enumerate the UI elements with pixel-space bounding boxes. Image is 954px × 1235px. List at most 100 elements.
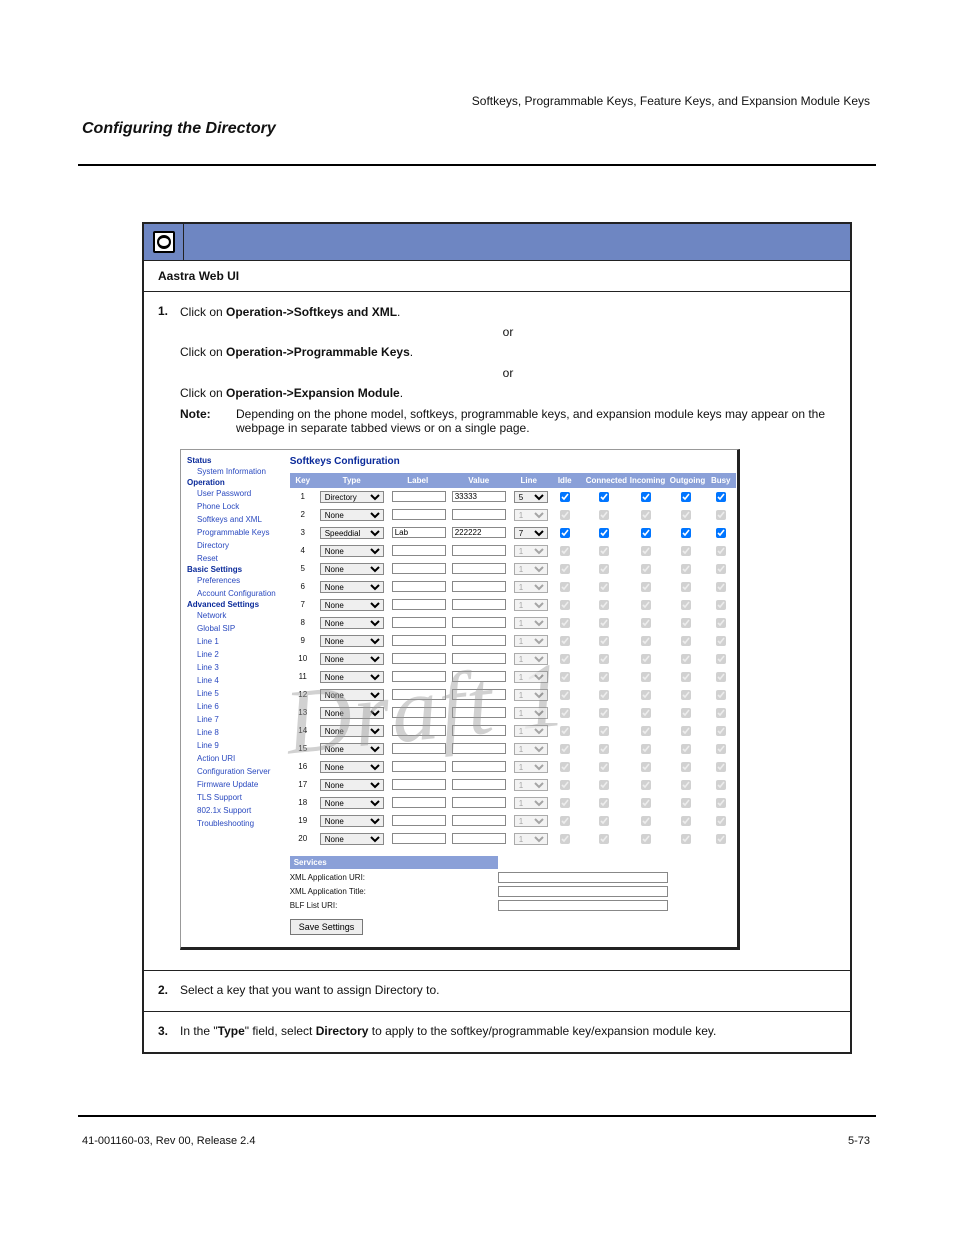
idle-checkbox[interactable] bbox=[560, 762, 570, 772]
sidebar-item[interactable]: TLS Support bbox=[187, 791, 276, 804]
type-select[interactable]: NoneDirectorySpeeddial bbox=[320, 815, 384, 827]
incoming-checkbox[interactable] bbox=[641, 618, 651, 628]
outgoing-checkbox[interactable] bbox=[681, 780, 691, 790]
connected-checkbox[interactable] bbox=[599, 780, 609, 790]
connected-checkbox[interactable] bbox=[599, 564, 609, 574]
incoming-checkbox[interactable] bbox=[641, 582, 651, 592]
line-select[interactable]: 123456789 bbox=[514, 491, 548, 503]
outgoing-checkbox[interactable] bbox=[681, 636, 691, 646]
line-select[interactable]: 123456789 bbox=[514, 707, 548, 719]
sidebar-item[interactable]: 802.1x Support bbox=[187, 804, 276, 817]
sidebar-item[interactable]: Line 3 bbox=[187, 661, 276, 674]
line-select[interactable]: 123456789 bbox=[514, 725, 548, 737]
type-select[interactable]: NoneDirectorySpeeddial bbox=[320, 725, 384, 737]
idle-checkbox[interactable] bbox=[560, 708, 570, 718]
outgoing-checkbox[interactable] bbox=[681, 744, 691, 754]
line-select[interactable]: 123456789 bbox=[514, 545, 548, 557]
value-input[interactable] bbox=[452, 617, 506, 628]
busy-checkbox[interactable] bbox=[716, 564, 726, 574]
busy-checkbox[interactable] bbox=[716, 780, 726, 790]
line-select[interactable]: 123456789 bbox=[514, 815, 548, 827]
sidebar-item[interactable]: Softkeys and XML bbox=[187, 513, 276, 526]
value-input[interactable] bbox=[452, 779, 506, 790]
connected-checkbox[interactable] bbox=[599, 762, 609, 772]
label-input[interactable] bbox=[392, 707, 446, 718]
idle-checkbox[interactable] bbox=[560, 510, 570, 520]
incoming-checkbox[interactable] bbox=[641, 510, 651, 520]
label-input[interactable] bbox=[392, 725, 446, 736]
busy-checkbox[interactable] bbox=[716, 708, 726, 718]
line-select[interactable]: 123456789 bbox=[514, 743, 548, 755]
value-input[interactable] bbox=[452, 761, 506, 772]
incoming-checkbox[interactable] bbox=[641, 798, 651, 808]
value-input[interactable] bbox=[452, 635, 506, 646]
outgoing-checkbox[interactable] bbox=[681, 492, 691, 502]
busy-checkbox[interactable] bbox=[716, 510, 726, 520]
busy-checkbox[interactable] bbox=[716, 798, 726, 808]
label-input[interactable] bbox=[392, 797, 446, 808]
sidebar-item[interactable]: Account Configuration bbox=[187, 587, 276, 600]
value-input[interactable] bbox=[452, 797, 506, 808]
sidebar-item[interactable]: Action URI bbox=[187, 752, 276, 765]
idle-checkbox[interactable] bbox=[560, 816, 570, 826]
type-select[interactable]: NoneDirectorySpeeddial bbox=[320, 599, 384, 611]
value-input[interactable] bbox=[452, 563, 506, 574]
type-select[interactable]: NoneDirectorySpeeddial bbox=[320, 527, 384, 539]
label-input[interactable] bbox=[392, 581, 446, 592]
connected-checkbox[interactable] bbox=[599, 654, 609, 664]
sidebar-item[interactable]: Firmware Update bbox=[187, 778, 276, 791]
connected-checkbox[interactable] bbox=[599, 726, 609, 736]
label-input[interactable] bbox=[392, 833, 446, 844]
line-select[interactable]: 123456789 bbox=[514, 563, 548, 575]
srv-xml-title-input[interactable] bbox=[498, 886, 668, 897]
idle-checkbox[interactable] bbox=[560, 690, 570, 700]
outgoing-checkbox[interactable] bbox=[681, 564, 691, 574]
value-input[interactable] bbox=[452, 833, 506, 844]
value-input[interactable] bbox=[452, 599, 506, 610]
value-input[interactable] bbox=[452, 527, 506, 538]
outgoing-checkbox[interactable] bbox=[681, 762, 691, 772]
idle-checkbox[interactable] bbox=[560, 726, 570, 736]
sidebar-item[interactable]: Line 7 bbox=[187, 713, 276, 726]
value-input[interactable] bbox=[452, 653, 506, 664]
incoming-checkbox[interactable] bbox=[641, 726, 651, 736]
line-select[interactable]: 123456789 bbox=[514, 671, 548, 683]
label-input[interactable] bbox=[392, 563, 446, 574]
label-input[interactable] bbox=[392, 761, 446, 772]
outgoing-checkbox[interactable] bbox=[681, 816, 691, 826]
label-input[interactable] bbox=[392, 779, 446, 790]
connected-checkbox[interactable] bbox=[599, 798, 609, 808]
idle-checkbox[interactable] bbox=[560, 618, 570, 628]
idle-checkbox[interactable] bbox=[560, 636, 570, 646]
outgoing-checkbox[interactable] bbox=[681, 510, 691, 520]
outgoing-checkbox[interactable] bbox=[681, 654, 691, 664]
type-select[interactable]: NoneDirectorySpeeddial bbox=[320, 797, 384, 809]
label-input[interactable] bbox=[392, 599, 446, 610]
connected-checkbox[interactable] bbox=[599, 672, 609, 682]
sidebar-item[interactable]: Line 4 bbox=[187, 674, 276, 687]
busy-checkbox[interactable] bbox=[716, 600, 726, 610]
label-input[interactable] bbox=[392, 653, 446, 664]
sidebar-item[interactable]: Preferences bbox=[187, 574, 276, 587]
value-input[interactable] bbox=[452, 581, 506, 592]
connected-checkbox[interactable] bbox=[599, 528, 609, 538]
idle-checkbox[interactable] bbox=[560, 564, 570, 574]
sidebar-item[interactable]: Line 6 bbox=[187, 700, 276, 713]
outgoing-checkbox[interactable] bbox=[681, 600, 691, 610]
type-select[interactable]: NoneDirectorySpeeddial bbox=[320, 761, 384, 773]
value-input[interactable] bbox=[452, 815, 506, 826]
sidebar-item[interactable]: Line 2 bbox=[187, 648, 276, 661]
sidebar-item[interactable]: Global SIP bbox=[187, 622, 276, 635]
label-input[interactable] bbox=[392, 491, 446, 502]
outgoing-checkbox[interactable] bbox=[681, 834, 691, 844]
incoming-checkbox[interactable] bbox=[641, 654, 651, 664]
incoming-checkbox[interactable] bbox=[641, 600, 651, 610]
sidebar-item[interactable]: Line 1 bbox=[187, 635, 276, 648]
line-select[interactable]: 123456789 bbox=[514, 797, 548, 809]
type-select[interactable]: NoneDirectorySpeeddial bbox=[320, 779, 384, 791]
outgoing-checkbox[interactable] bbox=[681, 798, 691, 808]
connected-checkbox[interactable] bbox=[599, 690, 609, 700]
incoming-checkbox[interactable] bbox=[641, 762, 651, 772]
label-input[interactable] bbox=[392, 509, 446, 520]
connected-checkbox[interactable] bbox=[599, 546, 609, 556]
